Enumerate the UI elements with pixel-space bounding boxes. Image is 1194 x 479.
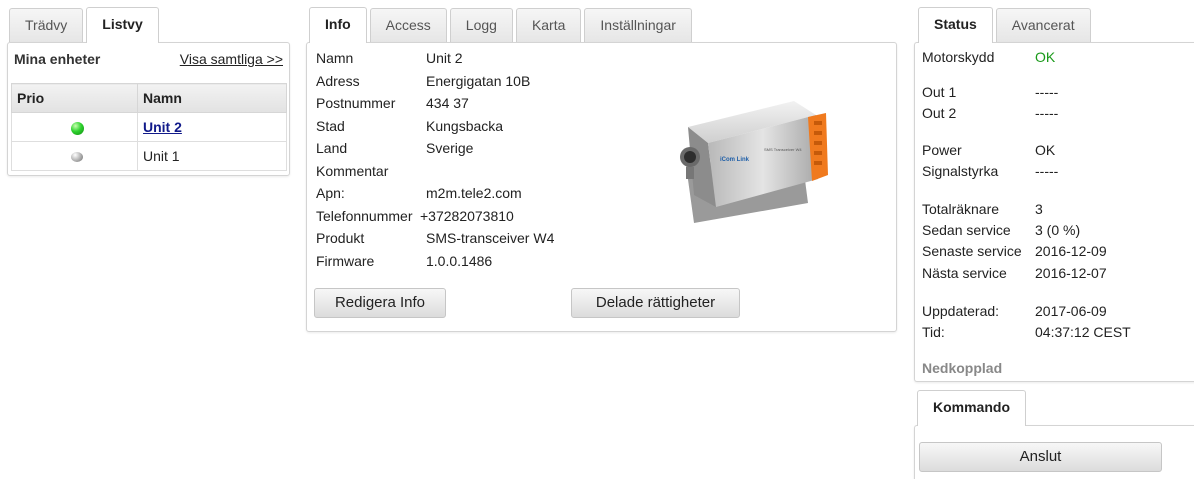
tab-command[interactable]: Kommando	[917, 390, 1026, 426]
total-counter-label: Totalräknare	[922, 201, 1000, 217]
connection-status: Nedkopplad	[922, 360, 1003, 376]
field-label: Firmware	[316, 252, 375, 269]
field-value: Kungsbacka	[426, 117, 504, 134]
next-service-label: Nästa service	[922, 265, 1007, 281]
out1-value: -----	[1035, 84, 1059, 100]
unit-tabs: Info Access Logg Karta Inställningar	[309, 7, 695, 43]
time-label: Tid:	[922, 324, 945, 340]
field-value: 434 37	[426, 95, 469, 111]
tab-status[interactable]: Status	[918, 7, 993, 43]
field-value: +37282073810	[420, 207, 514, 224]
prio-cell	[11, 112, 138, 142]
command-tabs: Kommando	[917, 390, 1029, 426]
field-value: Energigatan 10B	[426, 72, 531, 89]
field-value: Sverige	[426, 140, 474, 156]
column-header-name: Namn	[137, 83, 287, 113]
motor-protection-value: OK	[1035, 49, 1056, 65]
next-service-value: 2016-12-07	[1035, 265, 1107, 281]
since-service-value: 3 (0 %)	[1035, 222, 1081, 238]
motor-protection-label: Motorskydd	[922, 49, 995, 65]
signal-strength-label: Signalstyrka	[922, 163, 999, 179]
field-value: Unit 2	[426, 50, 463, 66]
shared-permissions-button[interactable]: Delade rättigheter	[571, 288, 740, 318]
last-service-value: 2016-12-09	[1035, 243, 1107, 259]
units-table: Prio Namn Unit 2 Unit 1	[11, 83, 287, 171]
info-fields: Namn Unit 2 Adress Energigatan 10B Postn…	[316, 47, 616, 277]
power-value: OK	[1035, 142, 1056, 158]
field-label: Apn:	[316, 185, 345, 201]
left-view-tabs: Trädvy Listvy	[9, 7, 162, 43]
tab-tree-view[interactable]: Trädvy	[9, 8, 84, 42]
tab-log[interactable]: Logg	[449, 8, 513, 42]
field-label: Stad	[316, 117, 345, 134]
out2-label: Out 2	[922, 105, 957, 121]
signal-strength-value: -----	[1035, 163, 1059, 179]
my-units-panel: Mina enheter Visa samtliga >> Prio Namn …	[7, 42, 290, 176]
name-cell[interactable]: Unit 1	[137, 141, 287, 171]
tab-settings[interactable]: Inställningar	[584, 8, 692, 42]
prio-cell	[11, 141, 138, 171]
command-panel: Anslut	[914, 425, 1194, 479]
tab-map[interactable]: Karta	[515, 8, 582, 42]
show-all-link[interactable]: Visa samtliga >>	[180, 51, 283, 67]
field-value: 1.0.0.1486	[426, 252, 493, 269]
status-green-led-icon	[70, 121, 84, 135]
connect-button[interactable]: Anslut	[919, 442, 1162, 472]
tab-access[interactable]: Access	[369, 8, 447, 42]
since-service-label: Sedan service	[922, 222, 1011, 238]
device-image: iCom Link SMS Transceiver W4	[680, 101, 828, 223]
device-logo: iCom Link	[720, 157, 750, 163]
total-counter-value: 3	[1035, 201, 1043, 217]
last-service-label: Senaste service	[922, 243, 1022, 259]
field-label: Telefonnummer	[316, 207, 413, 224]
device-label: SMS Transceiver W4	[764, 147, 802, 152]
tab-info[interactable]: Info	[309, 7, 367, 43]
units-table-header: Prio Namn	[11, 83, 287, 113]
time-value: 04:37:12 CEST	[1035, 324, 1131, 340]
tab-advanced[interactable]: Avancerat	[995, 8, 1091, 42]
status-panel: Motorskydd OK Out 1 ----- Out 2 ----- Po…	[914, 42, 1194, 382]
out1-label: Out 1	[922, 84, 957, 100]
field-label: Namn	[316, 50, 354, 66]
field-label: Postnummer	[316, 95, 396, 111]
table-row[interactable]: Unit 2	[11, 112, 287, 142]
power-label: Power	[922, 142, 962, 158]
field-value: SMS-transceiver W4	[426, 230, 555, 246]
edit-info-button[interactable]: Redigera Info	[314, 288, 446, 318]
name-cell: Unit 2	[137, 112, 287, 142]
updated-label: Uppdaterad:	[922, 303, 1000, 319]
field-label: Adress	[316, 72, 360, 89]
status-grey-led-icon	[71, 152, 83, 163]
status-tabs: Status Avancerat	[918, 7, 1094, 43]
out2-value: -----	[1035, 105, 1059, 121]
table-row[interactable]: Unit 1	[11, 141, 287, 171]
field-label: Produkt	[316, 230, 365, 246]
field-value: m2m.tele2.com	[426, 185, 522, 201]
my-units-title: Mina enheter	[14, 51, 101, 67]
my-units-header: Mina enheter Visa samtliga >>	[8, 43, 289, 75]
field-label: Land	[316, 140, 348, 156]
column-header-prio: Prio	[11, 83, 138, 113]
unit-link[interactable]: Unit 2	[143, 119, 182, 135]
updated-value: 2017-06-09	[1035, 303, 1107, 319]
field-label: Kommentar	[316, 162, 389, 179]
tab-list-view[interactable]: Listvy	[86, 7, 159, 43]
